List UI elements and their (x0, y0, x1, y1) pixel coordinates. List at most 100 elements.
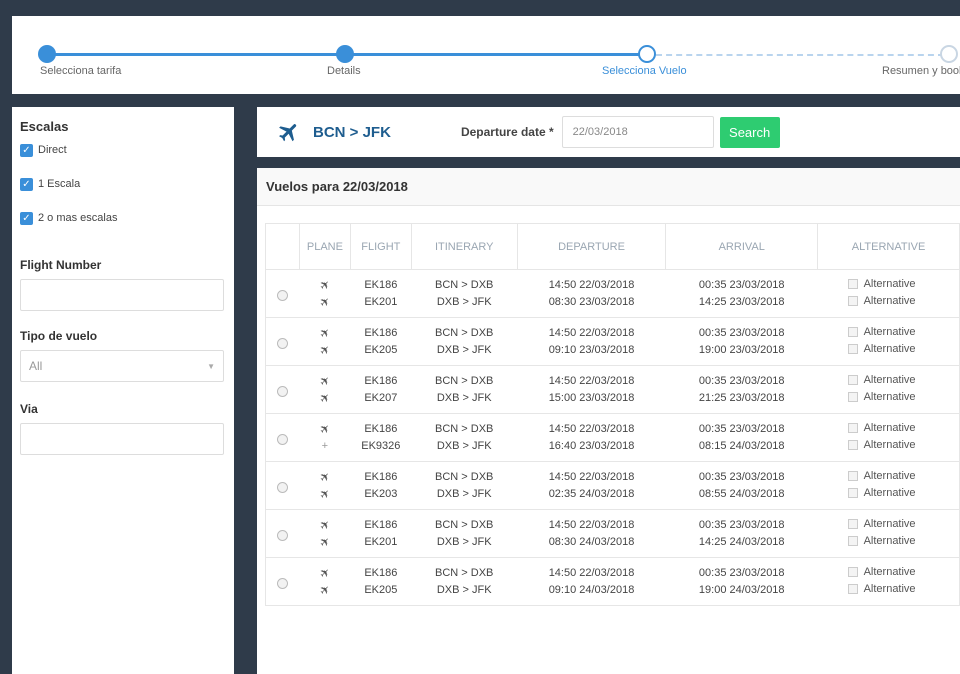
alternative-option[interactable]: Alternative (847, 391, 916, 403)
itinerary-cell: DXB > JFK (411, 437, 518, 462)
arrival-cell: 00:35 23/03/2018 (698, 374, 785, 387)
table-row[interactable]: ✈ EK203 DXB > JFK 02:35 24/03/2018 08:55 24/… (266, 485, 960, 510)
checkbox-checked-icon[interactable]: ✓ (20, 143, 33, 157)
flight-option-radio[interactable] (277, 577, 289, 589)
column-header-plane: PLANE (298, 223, 351, 270)
departure-cell: 08:30 24/03/2018 (517, 533, 666, 558)
alternative-option[interactable]: Alternative (847, 343, 916, 355)
alternative-cell: Alternative (817, 581, 960, 606)
plane-cell: ✈ (299, 366, 350, 390)
tipo-vuelo-select[interactable]: All ▼ (20, 350, 224, 382)
flight-option-radio[interactable] (277, 337, 289, 349)
plane-cell: ✈ (299, 510, 350, 534)
checkbox-checked-icon[interactable]: ✓ (20, 211, 33, 225)
table-row[interactable]: ✈ EK186 BCN > DXB 14:50 22/03/2018 00:35 23/… (265, 365, 960, 414)
table-row[interactable]: + EK9326 DXB > JFK 16:40 23/03/2018 08:15 24… (266, 437, 960, 462)
escala-2-option[interactable]: ✓ 2 o mas escalas (20, 211, 226, 225)
alternative-option[interactable]: Alternative (847, 439, 916, 451)
escalas-title: Escalas (20, 119, 69, 134)
airplane-icon: ✈ (316, 372, 334, 390)
alternative-option[interactable]: Alternative (847, 373, 916, 386)
alternative-option[interactable]: Alternative (847, 278, 916, 290)
alternative-option[interactable]: Alternative (847, 583, 916, 595)
airplane-icon: ✈ (316, 516, 334, 534)
checkbox-checked-icon[interactable]: ✓ (20, 177, 33, 191)
table-row[interactable]: ✈ EK207 DXB > JFK 15:00 23/03/2018 21:25 23/… (266, 389, 960, 414)
alternative-option[interactable]: Alternative (847, 518, 916, 530)
arrival-cell: 00:35 23/03/2018 (698, 326, 785, 339)
alternative-checkbox[interactable] (847, 536, 858, 547)
alternative-checkbox[interactable] (847, 278, 858, 289)
departure-cell: 09:10 24/03/2018 (517, 581, 666, 606)
alternative-cell: Alternative (817, 557, 960, 582)
chevron-down-icon: ▼ (207, 361, 215, 371)
table-row[interactable]: ✈ EK186 BCN > DXB 14:50 22/03/2018 00:35 23/… (265, 461, 960, 510)
itinerary-cell: BCN > DXB (435, 470, 494, 483)
alternative-checkbox[interactable] (847, 584, 858, 595)
arrival-cell: 14:25 24/03/2018 (665, 533, 818, 558)
table-row[interactable]: ✈ EK186 BCN > DXB 14:50 22/03/2018 00:35 23/… (265, 317, 960, 366)
table-row[interactable]: ✈ EK205 DXB > JFK 09:10 23/03/2018 19:00 23/… (266, 341, 960, 366)
alternative-option[interactable]: Alternative (847, 295, 916, 308)
departure-date-input[interactable]: 22/03/2018 (561, 116, 714, 148)
results-title: Vuelos para 22/03/2018 (257, 168, 960, 206)
table-row[interactable]: ✈ EK201 DXB > JFK 08:30 23/03/2018 14:25 23/… (266, 293, 960, 318)
alternative-label: Alternative (863, 325, 916, 338)
alternative-checkbox[interactable] (847, 374, 858, 385)
alternative-checkbox[interactable] (847, 392, 858, 403)
table-row[interactable]: ✈ EK186 BCN > DXB 14:50 22/03/2018 00:35 23/… (265, 509, 960, 558)
table-row[interactable]: ✈ EK205 DXB > JFK 09:10 24/03/2018 19:00 24/… (266, 581, 960, 606)
select-cell (265, 269, 300, 318)
alternative-option[interactable]: Alternative (847, 566, 916, 578)
flight-option-radio[interactable] (277, 529, 289, 541)
search-button[interactable]: Search (719, 116, 780, 148)
alternative-checkbox[interactable] (847, 296, 858, 307)
alternative-option[interactable]: Alternative (847, 422, 916, 434)
column-header-arrival: ARRIVAL (665, 223, 819, 270)
escala-1-option[interactable]: ✓ 1 Escala (20, 177, 226, 191)
table-row[interactable]: ✈ EK186 BCN > DXB 14:50 22/03/2018 00:35 23/… (265, 557, 960, 606)
alternative-option[interactable]: Alternative (847, 487, 916, 499)
escala-direct-option[interactable]: ✓ Direct (20, 143, 226, 157)
alternative-checkbox[interactable] (847, 470, 858, 481)
departure-date-label: Departure date * (460, 125, 554, 139)
alternative-checkbox[interactable] (847, 326, 858, 337)
step-1-dot (38, 45, 56, 63)
alternative-cell: Alternative (817, 317, 960, 342)
alternative-label: Alternative (863, 295, 916, 308)
step-2-label: Details (327, 65, 361, 77)
itinerary-cell: BCN > DXB (435, 374, 494, 387)
flight-option-radio[interactable] (277, 385, 289, 397)
alternative-checkbox[interactable] (847, 518, 858, 529)
alternative-checkbox[interactable] (847, 488, 858, 499)
departure-cell: 08:30 23/03/2018 (517, 293, 666, 318)
alternative-option[interactable]: Alternative (847, 325, 916, 338)
departure-cell: 14:50 22/03/2018 (548, 326, 635, 339)
table-row[interactable]: ✈ EK201 DXB > JFK 08:30 24/03/2018 14:25 24/… (266, 533, 960, 558)
flight-option-radio[interactable] (277, 289, 289, 301)
table-row[interactable]: ✈ EK186 BCN > DXB 14:50 22/03/2018 00:35 23/… (265, 269, 960, 318)
alternative-checkbox[interactable] (847, 566, 858, 577)
alternative-checkbox[interactable] (847, 344, 858, 355)
flight-number-input[interactable] (20, 279, 224, 311)
flight-number-label: Flight Number (20, 258, 102, 272)
alternative-checkbox[interactable] (847, 440, 858, 451)
alternative-option[interactable]: Alternative (847, 535, 916, 547)
airplane-icon: ✈ (316, 564, 334, 582)
departure-cell: 14:50 22/03/2018 (548, 518, 635, 531)
via-label: Via (20, 402, 38, 416)
alternative-cell: Alternative (817, 365, 960, 390)
table-header-row: PLANE FLIGHT ITINERARY DEPARTURE ARRIVAL… (265, 223, 960, 270)
alternative-checkbox[interactable] (847, 422, 858, 433)
table-row[interactable]: ✈ EK186 BCN > DXB 14:50 22/03/2018 00:35 23/… (265, 413, 960, 462)
alternative-cell: Alternative (817, 293, 960, 318)
results-panel: Vuelos para 22/03/2018 PLANE FLIGHT ITIN… (257, 168, 960, 674)
alternative-cell: Alternative (817, 269, 960, 294)
airplane-icon: ✈ (316, 324, 334, 342)
arrival-cell: 00:35 23/03/2018 (698, 278, 785, 291)
flight-option-radio[interactable] (277, 433, 289, 445)
via-input[interactable] (20, 423, 224, 455)
alternative-label: Alternative (863, 373, 916, 386)
alternative-option[interactable]: Alternative (847, 470, 916, 482)
flight-option-radio[interactable] (277, 481, 289, 493)
